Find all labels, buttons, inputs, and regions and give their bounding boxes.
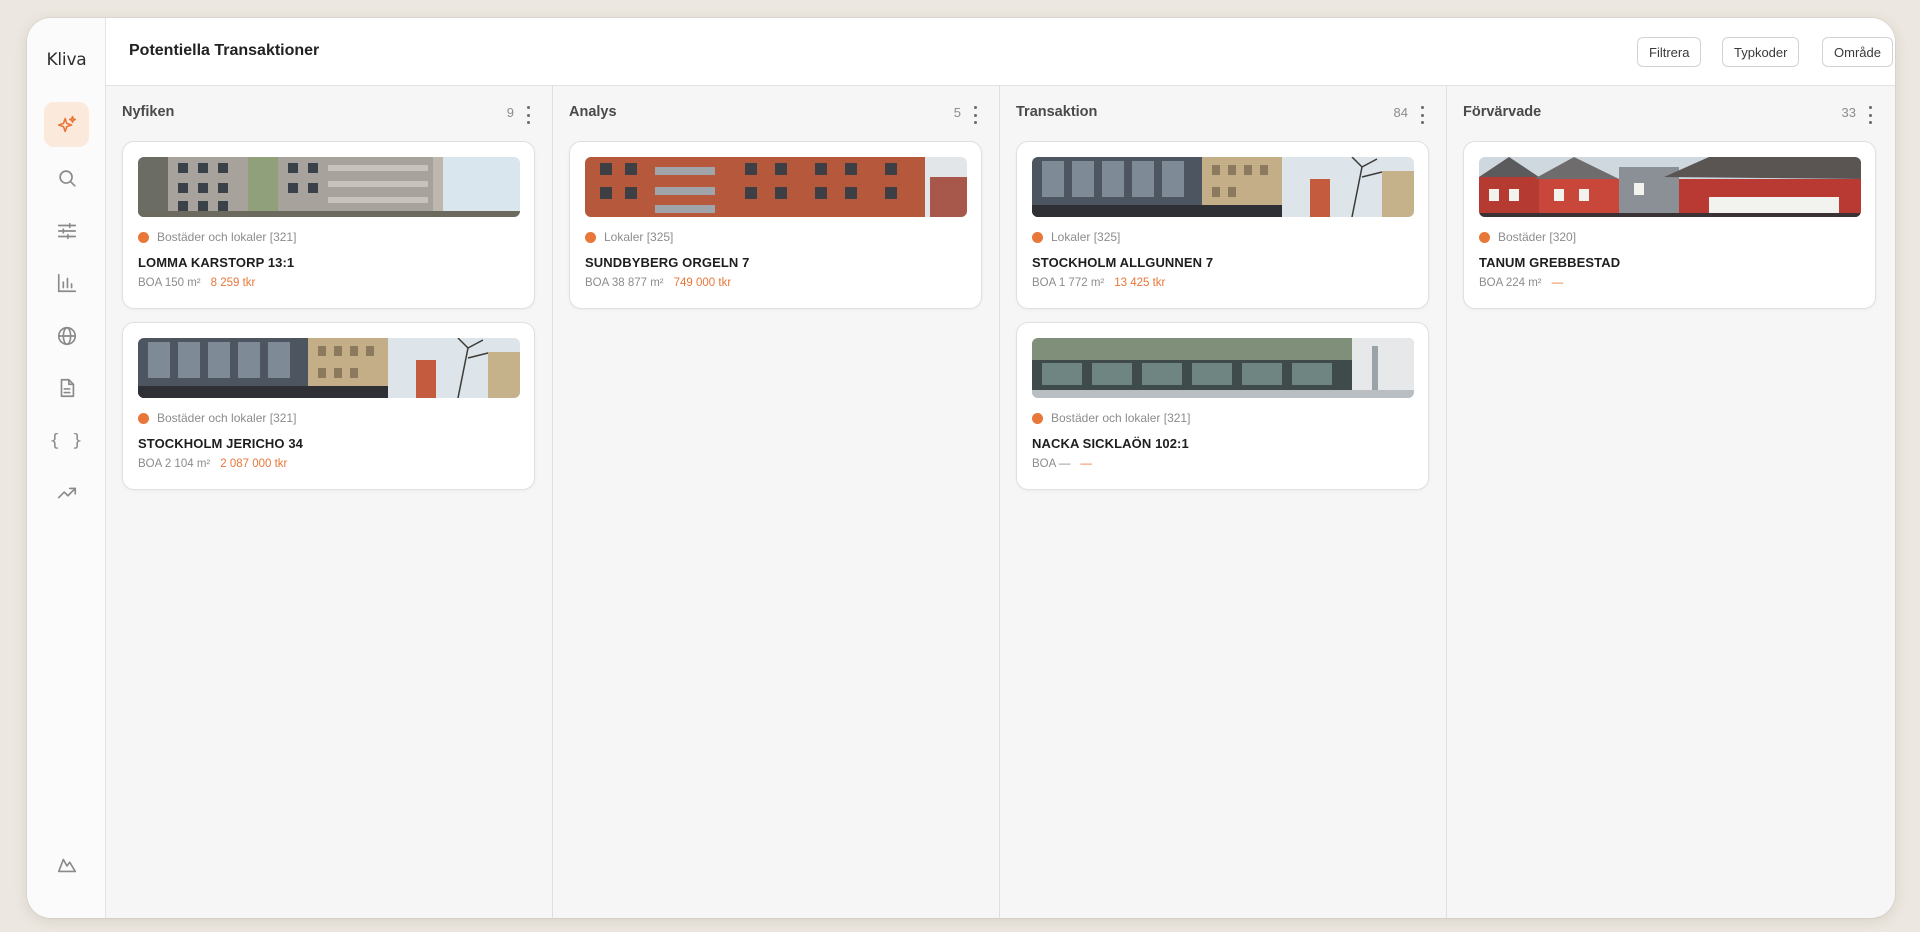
property-image [1032,157,1414,217]
column-header: Transaktion 84 [1016,104,1430,126]
column-count: 5 [953,105,961,120]
property-meta: BOA 150 m² 8 259 tkr [138,277,255,289]
column-count: 84 [1393,105,1408,120]
column-forvarvade: Förvärvade 33 Bostäder [320] TANUM GREBB… [1447,86,1894,918]
column-header: Nyfiken 9 [122,104,536,126]
kanban-board: Nyfiken 9 Bostäder och lokaler [321] LOM… [106,86,1895,918]
column-title: Transaktion [1016,104,1098,120]
property-image [138,157,520,217]
sidebar-item-statistics[interactable] [44,260,89,305]
property-image [585,157,967,217]
page-title: Potentiella Transaktioner [129,42,320,59]
sidebar-item-sparkle[interactable] [44,102,89,147]
property-image [138,338,520,398]
column-title: Nyfiken [122,104,175,120]
property-name: STOCKHOLM JERICHO 34 [138,436,304,451]
code-braces-icon: { } [49,430,84,451]
property-area: BOA 38 877 m² [585,277,664,289]
column-analys: Analys 5 Lokaler [325] SUNDBYBERG ORGELN… [553,86,1000,918]
property-meta: BOA 2 104 m² 2 087 000 tkr [138,458,287,470]
column-title: Analys [569,104,617,120]
area-button[interactable]: Område [1822,37,1893,67]
bar-chart-icon [57,273,76,292]
property-area: BOA 224 m² [1479,277,1542,289]
property-card[interactable]: Bostäder och lokaler [321] STOCKHOLM JER… [122,322,535,490]
property-meta: BOA 38 877 m² 749 000 tkr [585,277,731,289]
status-dot [1032,412,1043,424]
property-card[interactable]: Lokaler [325] SUNDBYBERG ORGELN 7 BOA 38… [569,141,982,309]
property-type: Bostäder och lokaler [321] [138,411,296,425]
property-name: STOCKHOLM ALLGUNNEN 7 [1032,255,1214,270]
column-menu-icon[interactable] [1416,106,1428,124]
column-menu-icon[interactable] [969,106,981,124]
property-image [1032,338,1414,398]
property-name: LOMMA KARSTORP 13:1 [138,255,295,270]
property-type: Bostäder [320] [1479,230,1576,244]
status-dot [138,231,149,243]
property-price: 2 087 000 tkr [220,458,288,470]
search-icon [58,169,76,187]
trending-up-icon [57,487,76,498]
app-logo: Kliva [46,50,87,70]
property-price: 749 000 tkr [673,277,732,289]
status-dot [585,231,596,243]
column-header: Förvärvade 33 [1463,104,1878,126]
column-title: Förvärvade [1463,104,1542,120]
status-dot [138,412,149,424]
sidebar-item-filters[interactable] [44,208,89,253]
column-transaktion: Transaktion 84 Lokaler [325] STOCKHOLM A… [1000,86,1447,918]
property-type: Bostäder och lokaler [321] [1032,411,1190,425]
property-card[interactable]: Bostäder [320] TANUM GREBBESTAD BOA 224 … [1463,141,1876,309]
sparkle-icon [57,115,76,132]
property-type: Lokaler [325] [1032,230,1120,244]
property-name: TANUM GREBBESTAD [1479,255,1621,270]
property-type: Bostäder och lokaler [321] [138,230,296,244]
property-price: 8 259 tkr [210,277,256,289]
sidebar-item-globe[interactable] [44,313,89,358]
app-window: Kliva {} Potentiella Transaktioner Filt… [27,18,1895,918]
sidebar-item-trends[interactable] [44,470,89,515]
property-area: BOA 1 772 m² [1032,277,1105,289]
sidebar-item-code[interactable]: { } [44,418,89,463]
sidebar-item-mountain[interactable] [44,842,89,887]
column-menu-icon[interactable] [522,106,534,124]
property-name: SUNDBYBERG ORGELN 7 [585,255,750,270]
property-meta: BOA — — [1032,458,1092,470]
sidebar-item-search[interactable] [44,155,89,200]
mountain-icon [57,858,76,872]
property-card[interactable]: Bostäder och lokaler [321] NACKA SICKLAÖ… [1016,322,1429,490]
sliders-icon [57,222,76,239]
property-meta: BOA 1 772 m² 13 425 tkr [1032,277,1165,289]
property-meta: BOA 224 m² — [1479,277,1563,289]
column-count: 33 [1841,105,1856,120]
status-dot [1479,231,1490,243]
globe-icon [57,326,76,345]
property-image [1479,157,1861,217]
column-count: 9 [506,105,514,120]
column-header: Analys 5 [569,104,983,126]
property-price: 13 425 tkr [1114,277,1166,289]
column-menu-icon[interactable] [1864,106,1876,124]
sidebar: Kliva {} [27,18,106,918]
property-card[interactable]: Bostäder och lokaler [321] LOMMA KARSTOR… [122,141,535,309]
status-dot [1032,231,1043,243]
property-area: BOA 150 m² [138,277,201,289]
typecodes-button[interactable]: Typkoder [1722,37,1800,67]
property-card[interactable]: Lokaler [325] STOCKHOLM ALLGUNNEN 7 BOA … [1016,141,1429,309]
property-type: Lokaler [325] [585,230,673,244]
document-icon [60,378,74,397]
sidebar-item-documents[interactable] [44,365,89,410]
property-price: — [1080,458,1092,470]
filter-button[interactable]: Filtrera [1637,37,1702,67]
property-area: BOA 2 104 m² [138,458,211,470]
topbar: Potentiella Transaktioner Filtrera Typko… [106,18,1895,86]
property-area: BOA — [1032,458,1071,470]
column-nyfiken: Nyfiken 9 Bostäder och lokaler [321] LOM… [106,86,553,918]
property-price: — [1551,277,1564,289]
property-name: NACKA SICKLAÖN 102:1 [1032,436,1189,451]
